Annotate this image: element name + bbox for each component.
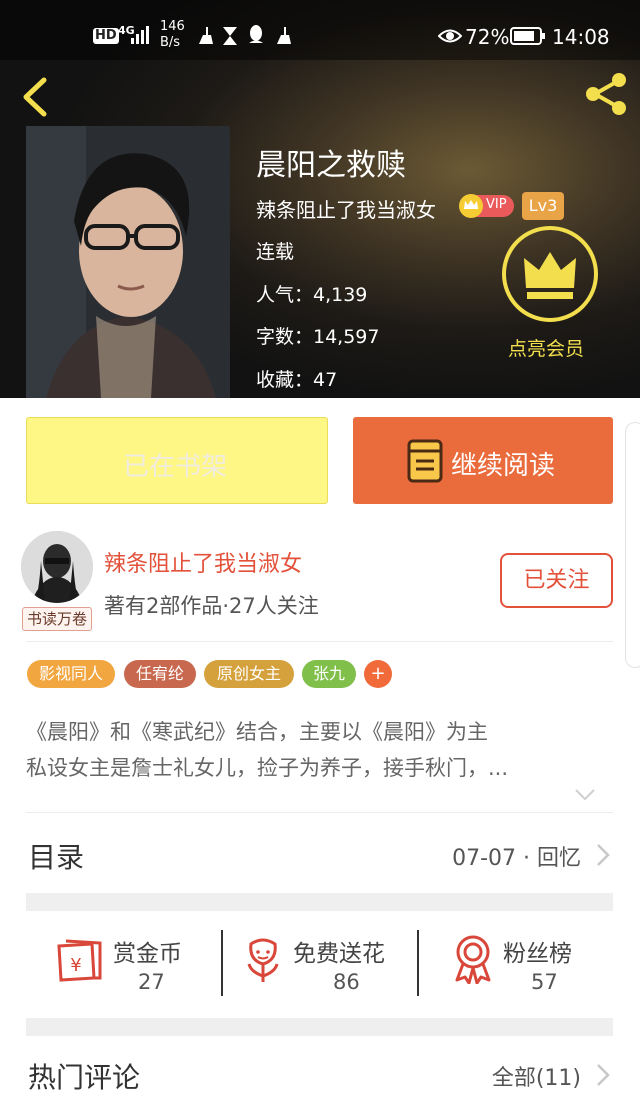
fan-ranking-item[interactable]: 粉丝榜 57 bbox=[419, 920, 613, 998]
battery-percent: 72% bbox=[465, 25, 510, 49]
broom-icon bbox=[199, 27, 213, 44]
section-gap-1 bbox=[26, 893, 613, 911]
hot-comments-title: 热门评论 bbox=[28, 1061, 141, 1094]
hd-indicator: HD bbox=[93, 28, 119, 44]
divider-author bbox=[26, 641, 613, 642]
follow-button[interactable]: 已关注 bbox=[500, 553, 613, 608]
add-tag-button[interactable]: + bbox=[364, 660, 392, 688]
reward-coins-item[interactable]: ¥ 赏金币 27 bbox=[26, 920, 222, 998]
eye-icon bbox=[438, 29, 462, 43]
continue-reading-label: 继续阅读 bbox=[451, 451, 556, 481]
book-word-count: 字数：14,597 bbox=[256, 326, 380, 348]
tag-item[interactable]: 原创女主 bbox=[204, 660, 294, 688]
medal-icon bbox=[455, 935, 491, 984]
scroll-edge bbox=[625, 422, 640, 668]
all-comments-link[interactable]: 全部(11) bbox=[492, 1060, 581, 1092]
author-avatar[interactable] bbox=[21, 531, 93, 603]
tag-item[interactable]: 任宥纶 bbox=[124, 660, 196, 688]
vip-badge: VIP bbox=[459, 194, 514, 218]
avatar-badge: 书读万卷 bbox=[22, 607, 93, 631]
hot-comments-row[interactable]: 热门评论 全部(11) bbox=[26, 1040, 613, 1110]
section-gap-2 bbox=[26, 1018, 613, 1036]
vip-label: VIP bbox=[486, 197, 507, 212]
broom-icon-2 bbox=[277, 27, 291, 44]
book-status: 连载 bbox=[256, 241, 295, 263]
catalog-title: 目录 bbox=[28, 841, 85, 874]
net-speed-value: 146 bbox=[160, 19, 185, 34]
expand-chevron-icon[interactable] bbox=[574, 788, 596, 802]
battery-icon bbox=[510, 27, 545, 45]
author-name[interactable]: 辣条阻止了我当淑女 bbox=[104, 546, 302, 578]
on-shelf-button[interactable]: 已在书架 bbox=[26, 417, 328, 504]
chevron-right-icon bbox=[597, 1064, 610, 1086]
divider-synopsis bbox=[26, 812, 613, 813]
free-flower-label: 免费送花 bbox=[293, 941, 385, 967]
reward-coins-value: 27 bbox=[138, 970, 165, 994]
book-favorites: 收藏：47 bbox=[256, 369, 338, 391]
status-bar: HD 4G 146 B/s 72% 14:08 bbox=[0, 0, 640, 60]
catalog-row[interactable]: 目录 07-07 · 回忆 bbox=[26, 820, 613, 890]
share-icon[interactable] bbox=[582, 70, 630, 118]
crown-coin-icon bbox=[459, 194, 483, 218]
book-author[interactable]: 辣条阻止了我当淑女 bbox=[256, 194, 436, 223]
free-flower-item[interactable]: 免费送花 86 bbox=[223, 920, 418, 998]
author-avatar-image bbox=[21, 531, 93, 603]
red-envelope-icon: ¥ bbox=[57, 939, 102, 982]
crown-icon bbox=[502, 226, 598, 322]
member-button[interactable]: 点亮会员 bbox=[500, 226, 600, 366]
chevron-right-icon bbox=[597, 844, 610, 866]
catalog-latest: 07-07 · 回忆 bbox=[452, 846, 581, 871]
tag-item[interactable]: 张九 bbox=[302, 660, 356, 688]
book-popularity: 人气：4,139 bbox=[256, 284, 368, 306]
flower-icon bbox=[247, 938, 279, 982]
on-shelf-label: 已在书架 bbox=[123, 452, 228, 482]
svg-text:¥: ¥ bbox=[70, 955, 81, 976]
fan-ranking-value: 57 bbox=[531, 970, 558, 994]
book-cover[interactable] bbox=[26, 126, 230, 398]
member-label: 点亮会员 bbox=[508, 338, 585, 360]
net-speed-unit: B/s bbox=[160, 35, 181, 50]
book-header: HD 4G 146 B/s 72% 14:08 晨阳之救赎 辣条阻止了我当淑女 … bbox=[0, 0, 640, 398]
author-stats: 著有2部作品·27人关注 bbox=[104, 594, 319, 618]
cover-portrait-image bbox=[26, 126, 230, 398]
follow-label: 已关注 bbox=[523, 568, 590, 593]
fan-ranking-label: 粉丝榜 bbox=[503, 941, 572, 967]
continue-reading-button[interactable]: 继续阅读 bbox=[353, 417, 613, 504]
qq-icon bbox=[249, 25, 263, 43]
level-badge: Lv3 bbox=[522, 192, 564, 220]
synopsis-line-2: 私设女主是詹士礼女儿，捡子为养子，接手秋门，... bbox=[26, 756, 509, 780]
signal-icon bbox=[131, 26, 149, 44]
book-icon bbox=[407, 439, 443, 483]
tag-item[interactable]: 影视同人 bbox=[27, 660, 115, 688]
clock: 14:08 bbox=[552, 25, 610, 49]
hourglass-icon bbox=[223, 27, 237, 45]
back-icon[interactable] bbox=[18, 76, 50, 118]
free-flower-value: 86 bbox=[333, 970, 360, 994]
synopsis-line-1: 《晨阳》和《寒武纪》结合，主要以《晨阳》为主 bbox=[26, 720, 488, 744]
book-title: 晨阳之救赎 bbox=[256, 148, 406, 183]
reward-coins-label: 赏金币 bbox=[113, 941, 182, 967]
